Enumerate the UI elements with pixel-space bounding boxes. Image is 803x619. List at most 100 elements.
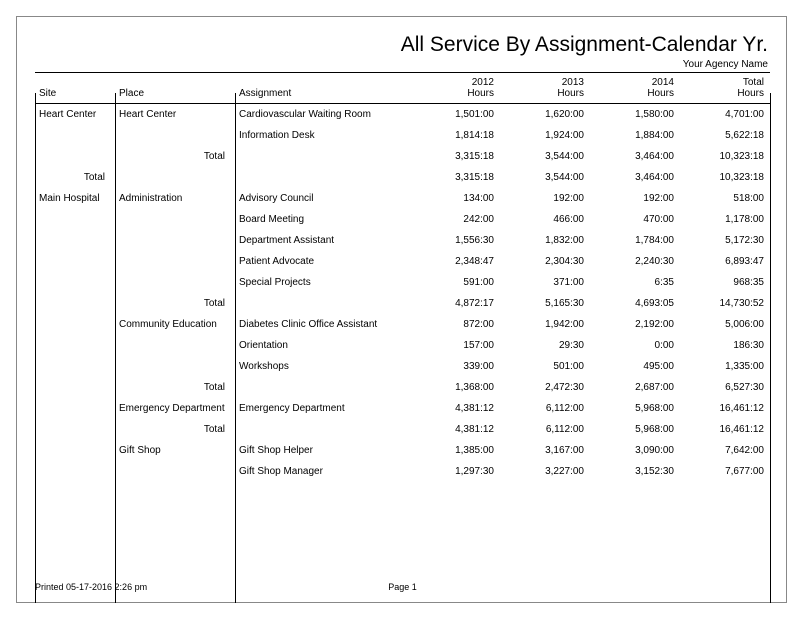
cell-place — [115, 230, 235, 251]
cell-v2: 466:00 — [500, 209, 590, 230]
table-row: Gift Shop Manager1,297:303,227:003,152:3… — [35, 461, 770, 482]
cell-assign: Patient Advocate — [235, 251, 410, 272]
table-row: Orientation157:0029:300:00186:30 — [35, 335, 770, 356]
cell-assign — [235, 419, 410, 440]
cell-v1: 872:00 — [410, 314, 500, 335]
cell-vt: 5,622:18 — [680, 125, 770, 146]
cell-v3: 2,240:30 — [590, 251, 680, 272]
report-table: Site Place Assignment 2012Hours 2013Hour… — [35, 72, 770, 482]
cell-assign: Board Meeting — [235, 209, 410, 230]
cell-v1: 1,385:00 — [410, 440, 500, 461]
cell-vt: 6,527:30 — [680, 377, 770, 398]
cell-assign: Cardiovascular Waiting Room — [235, 104, 410, 126]
place-total-label: Total — [115, 146, 235, 167]
cell-site — [35, 272, 115, 293]
rule-1 — [115, 93, 116, 603]
table-row: Special Projects591:00371:006:35968:35 — [35, 272, 770, 293]
cell-v3: 192:00 — [590, 188, 680, 209]
table-body: Heart CenterHeart CenterCardiovascular W… — [35, 104, 770, 483]
cell-assign — [235, 167, 410, 188]
cell-v3: 2,192:00 — [590, 314, 680, 335]
cell-v3: 1,580:00 — [590, 104, 680, 126]
cell-v1: 1,556:30 — [410, 230, 500, 251]
table-row: Total4,381:126,112:005,968:0016,461:12 — [35, 419, 770, 440]
col-place: Place — [115, 73, 235, 104]
table-row: Community EducationDiabetes Clinic Offic… — [35, 314, 770, 335]
cell-v1: 4,381:12 — [410, 419, 500, 440]
cell-site — [35, 209, 115, 230]
report-footer: Printed 05-17-2016 2:26 pm Page 1 — [35, 582, 770, 592]
cell-v2: 2,472:30 — [500, 377, 590, 398]
cell-place — [115, 167, 235, 188]
cell-assign — [235, 293, 410, 314]
cell-v3: 470:00 — [590, 209, 680, 230]
table-row: Total3,315:183,544:003,464:0010,323:18 — [35, 146, 770, 167]
col-2014: 2014Hours — [590, 73, 680, 104]
cell-v3: 5,968:00 — [590, 419, 680, 440]
cell-v1: 134:00 — [410, 188, 500, 209]
cell-site — [35, 314, 115, 335]
cell-place — [115, 251, 235, 272]
table-row: Workshops339:00501:00495:001,335:00 — [35, 356, 770, 377]
table-row: Emergency DepartmentEmergency Department… — [35, 398, 770, 419]
cell-site — [35, 335, 115, 356]
cell-site: Heart Center — [35, 104, 115, 126]
cell-v1: 4,381:12 — [410, 398, 500, 419]
place-total-label: Total — [115, 419, 235, 440]
agency-name: Your Agency Name — [35, 59, 770, 70]
table-row: Board Meeting242:00466:00470:001,178:00 — [35, 209, 770, 230]
cell-site — [35, 398, 115, 419]
cell-v1: 339:00 — [410, 356, 500, 377]
cell-place: Emergency Department — [115, 398, 235, 419]
cell-assign: Advisory Council — [235, 188, 410, 209]
cell-vt: 518:00 — [680, 188, 770, 209]
cell-vt: 5,172:30 — [680, 230, 770, 251]
cell-v3: 1,884:00 — [590, 125, 680, 146]
cell-v3: 0:00 — [590, 335, 680, 356]
cell-assign: Department Assistant — [235, 230, 410, 251]
col-total: TotalHours — [680, 73, 770, 104]
cell-assign: Gift Shop Helper — [235, 440, 410, 461]
table-row: Total4,872:175,165:304,693:0514,730:52 — [35, 293, 770, 314]
cell-v2: 3,544:00 — [500, 146, 590, 167]
cell-v1: 4,872:17 — [410, 293, 500, 314]
cell-v2: 3,544:00 — [500, 167, 590, 188]
cell-v3: 4,693:05 — [590, 293, 680, 314]
cell-v1: 1,814:18 — [410, 125, 500, 146]
cell-v1: 1,297:30 — [410, 461, 500, 482]
cell-v2: 2,304:30 — [500, 251, 590, 272]
cell-v2: 501:00 — [500, 356, 590, 377]
cell-v1: 591:00 — [410, 272, 500, 293]
cell-vt: 1,335:00 — [680, 356, 770, 377]
report-title: All Service By Assignment-Calendar Yr. — [35, 33, 770, 57]
cell-place — [115, 272, 235, 293]
cell-v3: 5,968:00 — [590, 398, 680, 419]
table-row: Gift ShopGift Shop Helper1,385:003,167:0… — [35, 440, 770, 461]
cell-v1: 1,501:00 — [410, 104, 500, 126]
cell-site — [35, 146, 115, 167]
place-total-label: Total — [115, 293, 235, 314]
table-row: Total1,368:002,472:302,687:006,527:30 — [35, 377, 770, 398]
col-site: Site — [35, 73, 115, 104]
cell-v3: 6:35 — [590, 272, 680, 293]
cell-vt: 10,323:18 — [680, 146, 770, 167]
table-row: Heart CenterHeart CenterCardiovascular W… — [35, 104, 770, 126]
cell-v1: 2,348:47 — [410, 251, 500, 272]
cell-site — [35, 293, 115, 314]
cell-site — [35, 377, 115, 398]
cell-v2: 3,167:00 — [500, 440, 590, 461]
cell-v2: 1,832:00 — [500, 230, 590, 251]
cell-vt: 7,642:00 — [680, 440, 770, 461]
cell-place — [115, 356, 235, 377]
cell-v1: 242:00 — [410, 209, 500, 230]
cell-place: Administration — [115, 188, 235, 209]
cell-place: Community Education — [115, 314, 235, 335]
cell-place: Gift Shop — [115, 440, 235, 461]
cell-v2: 6,112:00 — [500, 398, 590, 419]
cell-vt: 968:35 — [680, 272, 770, 293]
report-inner: All Service By Assignment-Calendar Yr. Y… — [35, 33, 770, 482]
cell-assign — [235, 146, 410, 167]
cell-place — [115, 209, 235, 230]
cell-v1: 157:00 — [410, 335, 500, 356]
cell-v2: 6,112:00 — [500, 419, 590, 440]
